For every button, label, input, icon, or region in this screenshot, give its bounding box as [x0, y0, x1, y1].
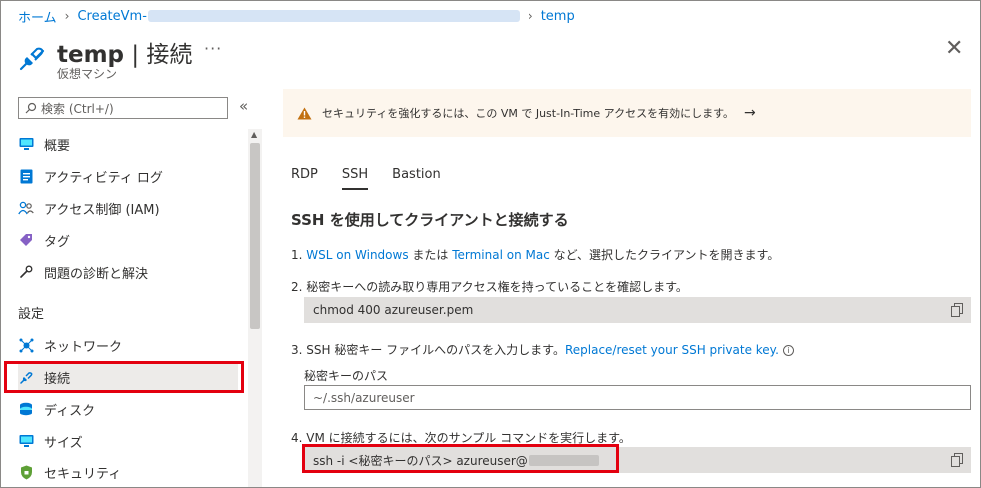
connection-tabs: RDP SSH Bastion [291, 167, 465, 190]
breadcrumb: ホーム › CreateVm- › temp [18, 6, 575, 26]
network-icon [18, 337, 34, 353]
step-text: など、選択したクライアントを開きます。 [549, 248, 780, 262]
terminal-mac-link[interactable]: Terminal on Mac [452, 248, 550, 262]
copy-icon[interactable] [951, 453, 963, 467]
chmod-command: chmod 400 azureuser.pem [313, 303, 474, 317]
tab-bastion[interactable]: Bastion [392, 167, 441, 190]
step-3: 3. SSH 秘密キー ファイルへのパスを入力します。Replace/reset… [291, 341, 794, 358]
wrench-icon [18, 264, 34, 280]
step-1: 1. WSL on Windows または Terminal on Mac など… [291, 246, 779, 263]
scroll-up-arrow-icon[interactable]: ▲ [251, 130, 257, 139]
sidebar-scrollbar-thumb[interactable] [250, 143, 260, 329]
collapse-sidebar-button[interactable]: « [239, 97, 248, 115]
sidebar-item-tags[interactable]: タグ [18, 226, 238, 254]
sidebar-item-size[interactable]: サイズ [18, 427, 238, 455]
tab-ssh[interactable]: SSH [341, 167, 369, 190]
tab-rdp[interactable]: RDP [291, 167, 318, 190]
wsl-link[interactable]: WSL on Windows [306, 248, 408, 262]
warning-icon [297, 107, 312, 119]
banner-text: セキュリティを強化するには、この VM で Just-In-Time アクセスを… [322, 107, 735, 120]
step-text: 1. [291, 248, 307, 262]
copy-icon[interactable] [951, 303, 963, 317]
private-key-path-input[interactable]: ~/.ssh/azureuser [304, 385, 971, 410]
sidebar-item-activity-log[interactable]: アクティビティ ログ [18, 162, 238, 190]
sidebar-item-label: ネットワーク [44, 339, 123, 355]
chevron-right-icon: › [64, 9, 70, 23]
step-text: または [408, 248, 453, 262]
disk-icon [18, 401, 34, 417]
sidebar-item-overview[interactable]: 概要 [18, 130, 238, 158]
people-icon [18, 200, 34, 216]
portal-window: ホーム › CreateVm- › temp temp | 接続 仮想マシン ·… [0, 0, 981, 488]
ssh-heading: SSH を使用してクライアントと接続する [291, 211, 569, 229]
shield-icon [18, 464, 34, 480]
reset-ssh-key-link[interactable]: Replace/reset your SSH private key. [565, 343, 779, 357]
sidebar-item-label: アクティビティ ログ [44, 170, 163, 186]
step-2: 2. 秘密キーへの読み取り専用アクセス権を持っていることを確認します。 [291, 280, 688, 294]
highlight-box-command [302, 444, 619, 473]
breadcrumb-home[interactable]: ホーム [18, 7, 57, 26]
more-options-button[interactable]: ··· [204, 39, 222, 58]
sidebar-item-security[interactable]: セキュリティ [18, 458, 238, 486]
sidebar-item-disks[interactable]: ディスク [18, 395, 238, 423]
page-title: temp | 接続 [57, 35, 192, 69]
breadcrumb-current[interactable]: temp [541, 9, 575, 24]
sidebar-item-iam[interactable]: アクセス制御 (IAM) [18, 194, 238, 222]
info-icon[interactable]: i [782, 345, 794, 356]
chmod-command-box: chmod 400 azureuser.pem [304, 297, 971, 323]
jit-warning-banner[interactable]: セキュリティを強化するには、この VM で Just-In-Time アクセスを… [283, 89, 971, 137]
breadcrumb-resource-group[interactable]: CreateVm- [77, 9, 146, 24]
monitor-icon [18, 136, 34, 152]
highlight-box-sidebar [4, 361, 244, 393]
sidebar-item-label: 問題の診断と解決 [44, 266, 149, 282]
title-section: | 接続 [131, 42, 193, 68]
redacted-text [147, 10, 520, 22]
chevron-right-icon: › [527, 9, 533, 23]
activity-log-icon [18, 168, 34, 184]
sidebar-item-label: 概要 [44, 138, 71, 154]
page-subtitle: 仮想マシン [57, 67, 118, 81]
step-text: 3. SSH 秘密キー ファイルへのパスを入力します。 [291, 343, 565, 357]
private-key-path-label: 秘密キーのパス [304, 369, 389, 383]
sidebar-item-label: アクセス制御 (IAM) [44, 202, 160, 218]
sidebar-item-label: ディスク [44, 403, 96, 419]
search-icon [25, 102, 37, 114]
sidebar-item-label: タグ [44, 234, 71, 250]
search-input[interactable]: 検索 (Ctrl+/) [18, 97, 228, 119]
tag-icon [18, 232, 34, 248]
sidebar-item-networking[interactable]: ネットワーク [18, 331, 238, 359]
sidebar-item-label: セキュリティ [44, 466, 122, 482]
monitor-icon [18, 433, 34, 449]
sidebar-item-diagnose[interactable]: 問題の診断と解決 [18, 258, 238, 286]
plug-icon [19, 47, 45, 71]
close-button[interactable]: ✕ [945, 36, 963, 61]
arrow-right-icon[interactable]: → [744, 105, 756, 121]
search-placeholder: 検索 (Ctrl+/) [41, 101, 114, 116]
sidebar-section-settings: 設定 [18, 307, 45, 322]
sidebar-item-label: サイズ [44, 435, 83, 451]
